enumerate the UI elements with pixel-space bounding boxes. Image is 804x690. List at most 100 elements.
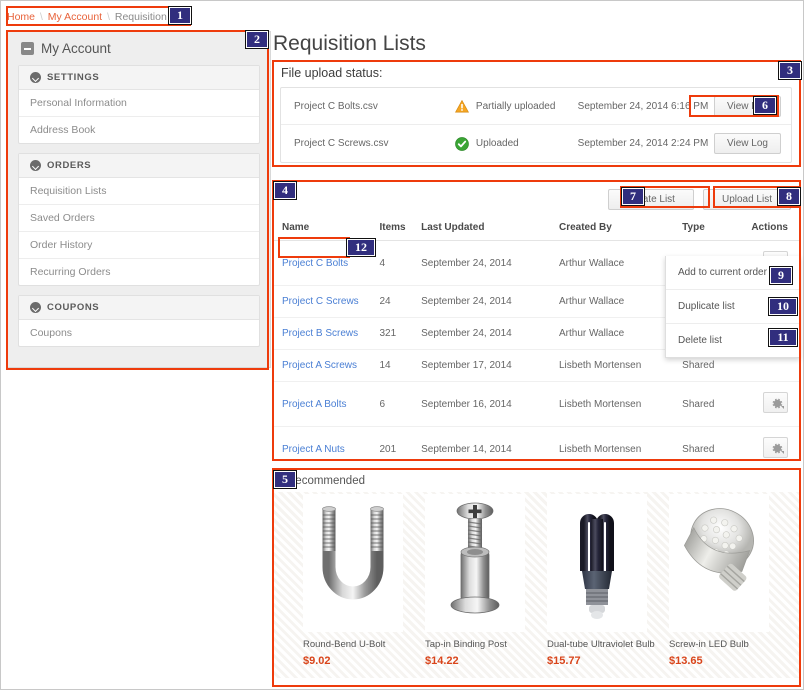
sidebar-group-header-settings[interactable]: SETTINGS xyxy=(19,66,259,90)
product-card[interactable]: Tap-in Binding Post $14.22 xyxy=(425,494,525,678)
list-name-link[interactable]: Project A Bolts xyxy=(282,399,346,410)
sidebar-item-personal-information[interactable]: Personal Information xyxy=(19,90,259,117)
product-name: Round-Bend U-Bolt xyxy=(303,639,403,650)
recommended-title: Recommended xyxy=(273,469,799,492)
upload-action-cell: View Log xyxy=(714,133,791,154)
column-header-name[interactable]: Name xyxy=(273,217,379,241)
product-image-uv-bulb xyxy=(547,494,647,632)
breadcrumb-item-home[interactable]: Home xyxy=(7,11,35,23)
list-name-link[interactable]: Project A Screws xyxy=(282,360,357,371)
upload-date: September 24, 2014 6:16 PM xyxy=(578,101,714,112)
list-items-count: 4 xyxy=(379,241,421,286)
sidebar-item-saved-orders[interactable]: Saved Orders xyxy=(19,205,259,232)
column-header-type[interactable]: Type xyxy=(682,217,751,241)
file-upload-status-title: File upload status: xyxy=(273,60,799,87)
product-price: $9.02 xyxy=(303,655,403,667)
table-row: Project A Nuts 201 September 14, 2014 Li… xyxy=(273,427,799,472)
chevron-down-circle-icon xyxy=(30,160,41,171)
row-actions-button[interactable] xyxy=(763,392,788,413)
page-title: Requisition Lists xyxy=(273,32,426,56)
product-card[interactable]: Dual-tube Ultraviolet Bulb $15.77 xyxy=(547,494,647,678)
sidebar-group-label: ORDERS xyxy=(47,160,91,171)
list-name-link[interactable]: Project B Screws xyxy=(282,328,358,339)
list-created-by: Lisbeth Mortensen xyxy=(559,427,682,472)
my-account-sidebar: My Account SETTINGS Personal Information… xyxy=(7,31,271,368)
list-items-count: 24 xyxy=(379,286,421,318)
file-upload-status-list: Project C Bolts.csv Partially uploaded S… xyxy=(280,87,792,163)
list-created-by: Lisbeth Mortensen xyxy=(559,350,682,382)
lists-toolbar: Create List Upload List xyxy=(273,181,799,217)
list-last-updated: September 24, 2014 xyxy=(421,318,559,350)
breadcrumb-separator: \ xyxy=(40,12,43,23)
minus-box-icon[interactable] xyxy=(21,42,34,55)
sidebar-group-label: SETTINGS xyxy=(47,72,99,83)
product-card[interactable]: Screw-in LED Bulb $13.65 xyxy=(669,494,769,678)
upload-date: September 24, 2014 2:24 PM xyxy=(578,138,714,149)
table-row: Project A Bolts 6 September 16, 2014 Lis… xyxy=(273,382,799,427)
sidebar-item-recurring-orders[interactable]: Recurring Orders xyxy=(19,259,259,285)
view-log-button[interactable]: View Log xyxy=(714,133,781,154)
column-header-items[interactable]: Items xyxy=(379,217,421,241)
requisition-lists-panel: Create List Upload List Name Items Last … xyxy=(273,181,799,459)
upload-status-label: Uploaded xyxy=(476,138,519,149)
row-actions-button[interactable] xyxy=(763,437,788,458)
sidebar-group-header-orders[interactable]: ORDERS xyxy=(19,154,259,178)
sidebar-group-settings: SETTINGS Personal Information Address Bo… xyxy=(18,65,260,144)
breadcrumb-item-my-account[interactable]: My Account xyxy=(48,11,102,23)
annotation-badge-6: 6 xyxy=(754,97,776,114)
chevron-down-icon xyxy=(781,451,784,454)
list-last-updated: September 24, 2014 xyxy=(421,241,559,286)
annotation-badge-11: 11 xyxy=(769,329,797,346)
sidebar-item-order-history[interactable]: Order History xyxy=(19,232,259,259)
sidebar-group-header-coupons[interactable]: COUPONS xyxy=(19,296,259,320)
upload-action-cell: View Log xyxy=(714,96,791,117)
list-created-by: Arthur Wallace xyxy=(559,318,682,350)
check-circle-icon xyxy=(455,137,469,151)
recommended-panel: Recommended xyxy=(273,469,799,685)
led-bulb-image xyxy=(671,497,767,629)
column-header-last-updated[interactable]: Last Updated xyxy=(421,217,559,241)
list-last-updated: September 17, 2014 xyxy=(421,350,559,382)
product-card[interactable]: Round-Bend U-Bolt $9.02 xyxy=(303,494,403,678)
annotation-badge-12: 12 xyxy=(347,239,375,256)
upload-status-label: Partially uploaded xyxy=(476,101,556,112)
chevron-down-circle-icon xyxy=(30,72,41,83)
annotation-badge-1: 1 xyxy=(169,7,191,24)
sidebar-item-coupons[interactable]: Coupons xyxy=(19,320,259,346)
column-header-created-by[interactable]: Created By xyxy=(559,217,682,241)
annotation-badge-2: 2 xyxy=(246,31,268,48)
product-price: $15.77 xyxy=(547,655,647,667)
breadcrumb: Home \ My Account \ Requisition Lists xyxy=(7,9,191,25)
list-name-link[interactable]: Project C Bolts xyxy=(282,258,348,269)
upload-row: Project C Screws.csv Uploaded September … xyxy=(281,125,791,162)
upload-file-name: Project C Screws.csv xyxy=(281,138,455,149)
sidebar-group-coupons: COUPONS Coupons xyxy=(18,295,260,347)
warning-triangle-icon xyxy=(455,100,469,113)
sidebar-title-label: My Account xyxy=(41,41,111,56)
chevron-down-circle-icon xyxy=(30,302,41,313)
annotation-badge-3: 3 xyxy=(779,62,801,79)
list-type: Shared xyxy=(682,427,751,472)
upload-file-name: Project C Bolts.csv xyxy=(281,101,455,112)
list-name-link[interactable]: Project A Nuts xyxy=(282,444,345,455)
annotation-badge-5: 5 xyxy=(274,471,296,488)
annotation-badge-10: 10 xyxy=(769,298,797,315)
sidebar-group-label: COUPONS xyxy=(47,302,99,313)
upload-status-cell: Partially uploaded xyxy=(455,100,578,113)
list-type: Shared xyxy=(682,382,751,427)
sidebar-item-requisition-lists[interactable]: Requisition Lists xyxy=(19,178,259,205)
list-last-updated: September 16, 2014 xyxy=(421,382,559,427)
list-items-count: 201 xyxy=(379,427,421,472)
sidebar-group-orders: ORDERS Requisition Lists Saved Orders Or… xyxy=(18,153,260,286)
sidebar-item-address-book[interactable]: Address Book xyxy=(19,117,259,143)
list-created-by: Arthur Wallace xyxy=(559,241,682,286)
table-header-row: Name Items Last Updated Created By Type … xyxy=(273,217,799,241)
sidebar-title[interactable]: My Account xyxy=(8,32,270,65)
product-image-u-bolt xyxy=(303,494,403,632)
product-image-led-bulb xyxy=(669,494,769,632)
list-name-link[interactable]: Project C Screws xyxy=(282,296,359,307)
create-list-button[interactable]: Create List xyxy=(608,189,694,210)
product-price: $14.22 xyxy=(425,655,525,667)
product-name: Dual-tube Ultraviolet Bulb xyxy=(547,639,647,650)
u-bolt-image xyxy=(309,497,397,629)
